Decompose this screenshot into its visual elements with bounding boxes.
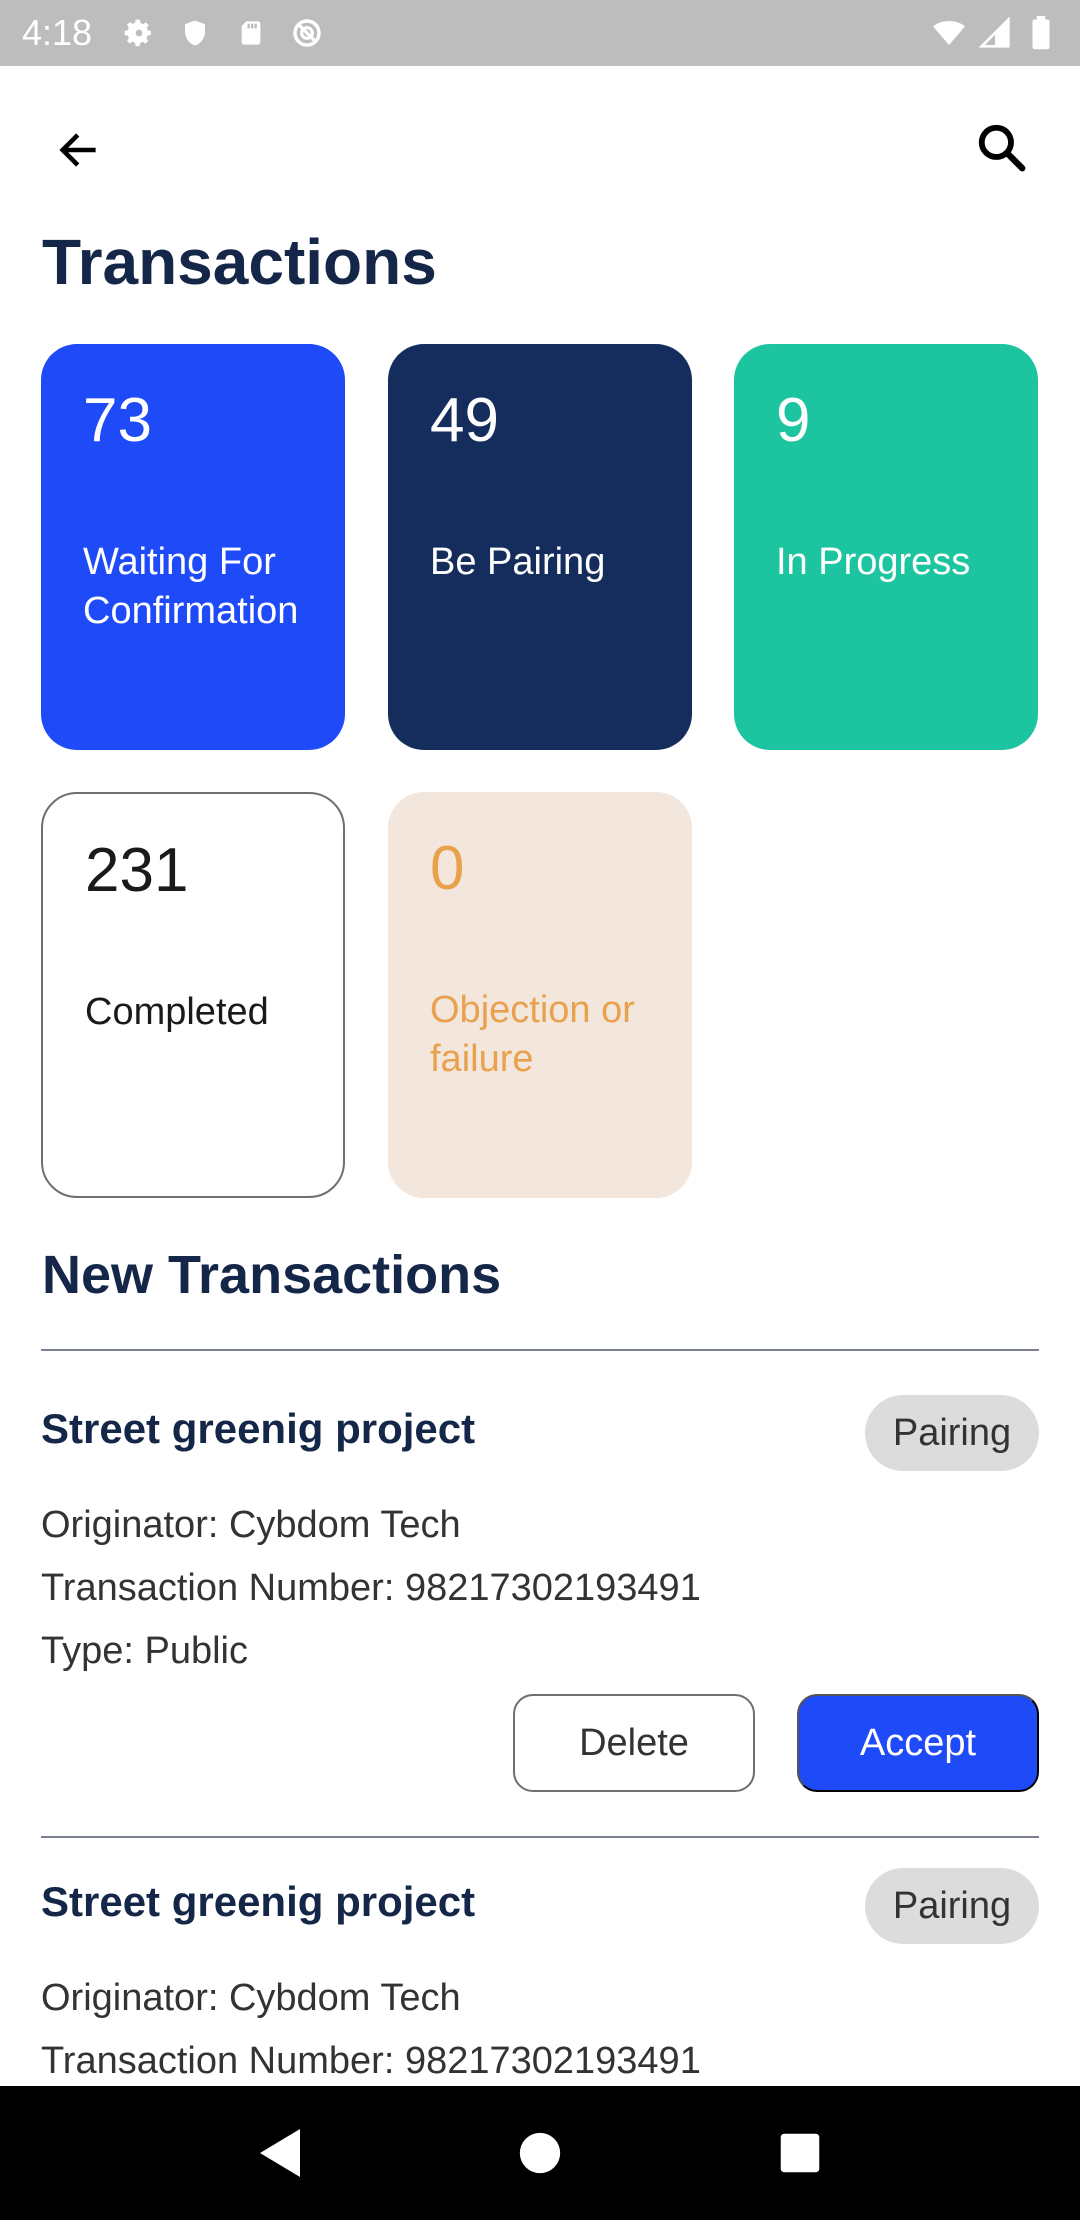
- page-title: Transactions: [42, 226, 437, 298]
- status-bar: 4:18: [0, 0, 1080, 66]
- app-bar: [0, 66, 1080, 218]
- nav-back-icon: [260, 2129, 300, 2177]
- search-button[interactable]: [968, 114, 1036, 182]
- transaction-title[interactable]: Street greenig project: [41, 1405, 475, 1453]
- stat-card-waiting[interactable]: 73 Waiting For Confirmation: [41, 344, 345, 750]
- delete-button[interactable]: Delete: [513, 1694, 755, 1792]
- stat-card-completed[interactable]: 231 Completed: [41, 792, 345, 1198]
- transaction-type: Type: Public: [41, 1630, 248, 1672]
- status-badge: Pairing: [865, 1395, 1039, 1471]
- signal-icon: [978, 16, 1012, 50]
- divider: [41, 1836, 1039, 1838]
- transaction-title[interactable]: Street greenig project: [41, 1878, 475, 1926]
- nav-bar: [0, 2086, 1080, 2220]
- nav-back-button[interactable]: [240, 2113, 320, 2193]
- section-title: New Transactions: [42, 1245, 502, 1305]
- battery-icon: [1024, 16, 1058, 50]
- sync-icon: [290, 16, 324, 50]
- stat-label: In Progress: [776, 541, 971, 583]
- stat-label: Objection or failure: [430, 989, 635, 1080]
- stat-label: Completed: [85, 991, 269, 1033]
- status-icons-right: [932, 16, 1058, 50]
- status-time: 4:18: [22, 12, 93, 53]
- transaction-originator: Originator: Cybdom Tech: [41, 1504, 461, 1546]
- search-icon: [978, 124, 1026, 172]
- nav-home-button[interactable]: [500, 2113, 580, 2193]
- status-icons-left: [122, 16, 324, 50]
- transaction-originator: Originator: Cybdom Tech: [41, 1977, 461, 2019]
- divider: [41, 1349, 1039, 1351]
- stat-count: 49: [430, 386, 499, 455]
- stat-count: 231: [85, 836, 189, 905]
- nav-home-icon: [519, 2132, 561, 2174]
- stat-card-in-progress[interactable]: 9 In Progress: [734, 344, 1038, 750]
- stat-label: Waiting For Confirmation: [83, 541, 299, 632]
- stat-count: 73: [83, 386, 152, 455]
- accept-button[interactable]: Accept: [797, 1694, 1039, 1792]
- stat-count: 0: [430, 834, 465, 903]
- nav-recents-icon: [780, 2133, 820, 2173]
- sd-card-icon: [234, 16, 268, 50]
- back-button[interactable]: [44, 116, 112, 184]
- stat-card-objection[interactable]: 0 Objection or failure: [388, 792, 692, 1198]
- stat-label: Be Pairing: [430, 541, 606, 583]
- nav-recents-button[interactable]: [760, 2113, 840, 2193]
- transaction-number: Transaction Number: 98217302193491: [41, 1567, 701, 1609]
- arrow-left-icon: [59, 133, 96, 167]
- shield-icon: [178, 16, 212, 50]
- transaction-number: Transaction Number: 98217302193491: [41, 2040, 701, 2082]
- wifi-icon: [932, 16, 966, 50]
- gear-icon: [122, 16, 156, 50]
- stat-card-pairing[interactable]: 49 Be Pairing: [388, 344, 692, 750]
- status-badge: Pairing: [865, 1868, 1039, 1944]
- stat-count: 9: [776, 386, 811, 455]
